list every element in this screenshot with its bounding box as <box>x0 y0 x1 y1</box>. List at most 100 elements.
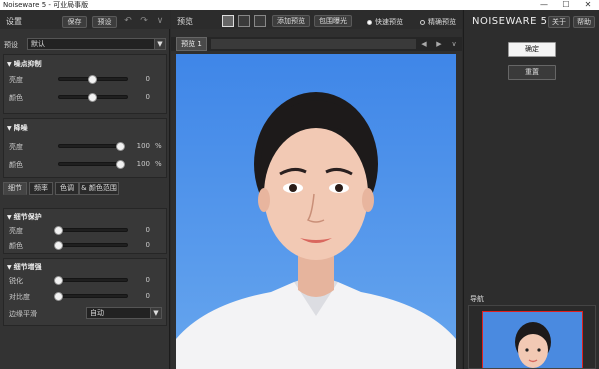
help-button[interactable]: 帮助 <box>573 16 595 28</box>
preset-value: 默认 <box>31 40 45 48</box>
slider-value: 0 <box>145 276 150 284</box>
preview-header: 预览 添加预览 包围曝光 快速预览 精确预览 <box>171 10 462 29</box>
denoise-section-title[interactable]: ▼ 降噪 <box>7 123 28 133</box>
denoise-section: ▼ 降噪 亮度 100 % 颜色 100 % <box>3 118 167 178</box>
sharpen-slider[interactable] <box>54 276 128 285</box>
collapse-icon: ▼ <box>7 264 12 271</box>
slider-knob[interactable] <box>116 160 125 169</box>
edge-smooth-row: 边缘平滑 自动 ▼ <box>4 307 168 319</box>
window-title: Noiseware 5 - 可业局事版 <box>3 1 89 9</box>
edge-smooth-value: 自动 <box>90 309 104 317</box>
tab-strip <box>211 39 416 49</box>
detail-enhance-section: ▼ 细节增强 锐化 0 对比度 0 边缘平滑 自动 ▼ <box>3 258 167 326</box>
collapse-icon: ▼ <box>7 125 12 132</box>
preset-button[interactable]: 预设 <box>92 16 117 28</box>
slider-value: 100 <box>136 142 150 150</box>
slider-knob[interactable] <box>54 292 63 301</box>
slider-knob[interactable] <box>54 241 63 250</box>
slider-knob[interactable] <box>116 142 125 151</box>
slider-label: 亮度 <box>9 227 23 235</box>
radio-off-icon <box>420 19 425 25</box>
slider-unit: % <box>155 142 162 150</box>
settings-header: 设置 保存 预设 ↶ ↷ ∨ <box>0 10 170 29</box>
tab-preview-1[interactable]: 预览 1 <box>176 37 207 51</box>
fast-preview-radio[interactable]: 快速预览 <box>367 17 403 27</box>
collapse-icon: ▼ <box>7 214 12 221</box>
slider-knob[interactable] <box>54 226 63 235</box>
bracket-button[interactable]: 包围曝光 <box>314 15 352 27</box>
close-button[interactable]: ✕ <box>577 0 599 10</box>
detail-protect-title[interactable]: ▼ 细节保护 <box>7 212 42 222</box>
minimize-button[interactable]: — <box>533 0 555 10</box>
detail-color-slider-row: 颜色 0 <box>4 240 168 250</box>
settings-panel: 设置 保存 预设 ↶ ↷ ∨ 预设 默认 ▼ ▼ 噪点抑制 亮度 0 颜色 0 … <box>0 10 170 369</box>
app-body: 设置 保存 预设 ↶ ↷ ∨ 预设 默认 ▼ ▼ 噪点抑制 亮度 0 颜色 0 … <box>0 10 599 369</box>
preview-panel: 预览 添加预览 包围曝光 快速预览 精确预览 预览 1 ◀ ▶ ∨ <box>171 10 462 369</box>
save-button[interactable]: 保存 <box>62 16 87 28</box>
reset-button[interactable]: 重置 <box>508 65 556 80</box>
slider-value: 100 <box>136 160 150 168</box>
maximize-button[interactable]: ☐ <box>555 0 577 10</box>
prev-tab-icon[interactable]: ◀ <box>418 38 430 50</box>
noise-section: ▼ 噪点抑制 亮度 0 颜色 0 <box>3 54 167 114</box>
preview-image[interactable] <box>176 54 456 369</box>
slider-label: 对比度 <box>9 293 30 301</box>
preview-label: 预览 <box>177 17 193 26</box>
thumbnail-photo <box>483 312 582 368</box>
noise-color-slider[interactable] <box>58 93 128 102</box>
slider-label: 颜色 <box>9 242 23 250</box>
denoise-color-slider-row: 颜色 100 % <box>4 159 168 169</box>
contrast-slider-row: 对比度 0 <box>4 291 168 301</box>
brand-logo: NOISEWARE 5 <box>472 16 548 27</box>
detail-tabs: 细节 频率 色调 & 颜色范围 <box>3 182 167 195</box>
split-horizontal-icon[interactable] <box>238 15 250 27</box>
edge-smooth-label: 边缘平滑 <box>9 310 37 318</box>
ok-button[interactable]: 确定 <box>508 42 556 57</box>
contrast-slider[interactable] <box>54 292 128 301</box>
undo-icon[interactable]: ↶ <box>122 16 134 28</box>
slider-label: 颜色 <box>9 94 23 102</box>
slider-value: 0 <box>145 75 150 83</box>
settings-label: 设置 <box>6 17 22 26</box>
portrait-photo <box>176 54 456 369</box>
noise-luma-slider-row: 亮度 0 <box>4 74 168 84</box>
chevron-down-icon[interactable]: ∨ <box>154 16 166 28</box>
detail-color-slider[interactable] <box>54 241 128 250</box>
noise-section-title[interactable]: ▼ 噪点抑制 <box>7 59 42 69</box>
tab-color-range[interactable]: & 颜色范围 <box>79 182 119 195</box>
about-button[interactable]: 关于 <box>548 16 570 28</box>
navigator-thumbnail[interactable] <box>482 311 583 368</box>
tab-frequency[interactable]: 频率 <box>29 182 53 195</box>
slider-label: 亮度 <box>9 76 23 84</box>
slider-value: 0 <box>145 226 150 234</box>
denoise-color-slider[interactable] <box>58 160 125 169</box>
slider-label: 颜色 <box>9 161 23 169</box>
detail-luma-slider-row: 亮度 0 <box>4 225 168 235</box>
slider-knob[interactable] <box>88 93 97 102</box>
next-tab-icon[interactable]: ▶ <box>433 38 445 50</box>
detail-luma-slider[interactable] <box>54 226 128 235</box>
preset-select[interactable]: 默认 ▼ <box>27 38 166 50</box>
add-preview-button[interactable]: 添加预览 <box>272 15 310 27</box>
split-vertical-icon[interactable] <box>254 15 266 27</box>
detail-protect-section: ▼ 细节保护 亮度 0 颜色 0 <box>3 208 167 254</box>
edge-smooth-select[interactable]: 自动 ▼ <box>86 307 162 319</box>
navigator-panel <box>468 305 596 369</box>
tab-tone[interactable]: 色调 <box>55 182 79 195</box>
detail-enhance-title[interactable]: ▼ 细节增强 <box>7 262 42 272</box>
navigator-label: 导航 <box>470 295 484 303</box>
collapse-icon: ▼ <box>7 61 12 68</box>
chevron-down-icon: ▼ <box>150 308 161 318</box>
tab-detail[interactable]: 细节 <box>3 182 27 195</box>
slider-value: 0 <box>145 93 150 101</box>
slider-unit: % <box>155 160 162 168</box>
denoise-luma-slider[interactable] <box>58 142 125 151</box>
redo-icon[interactable]: ↷ <box>138 16 150 28</box>
slider-knob[interactable] <box>88 75 97 84</box>
accurate-preview-radio[interactable]: 精确预览 <box>420 17 456 27</box>
noise-luma-slider[interactable] <box>58 75 128 84</box>
single-view-icon[interactable] <box>222 15 234 27</box>
slider-knob[interactable] <box>54 276 63 285</box>
slider-label: 锐化 <box>9 277 23 285</box>
chevron-down-icon[interactable]: ∨ <box>448 38 460 50</box>
